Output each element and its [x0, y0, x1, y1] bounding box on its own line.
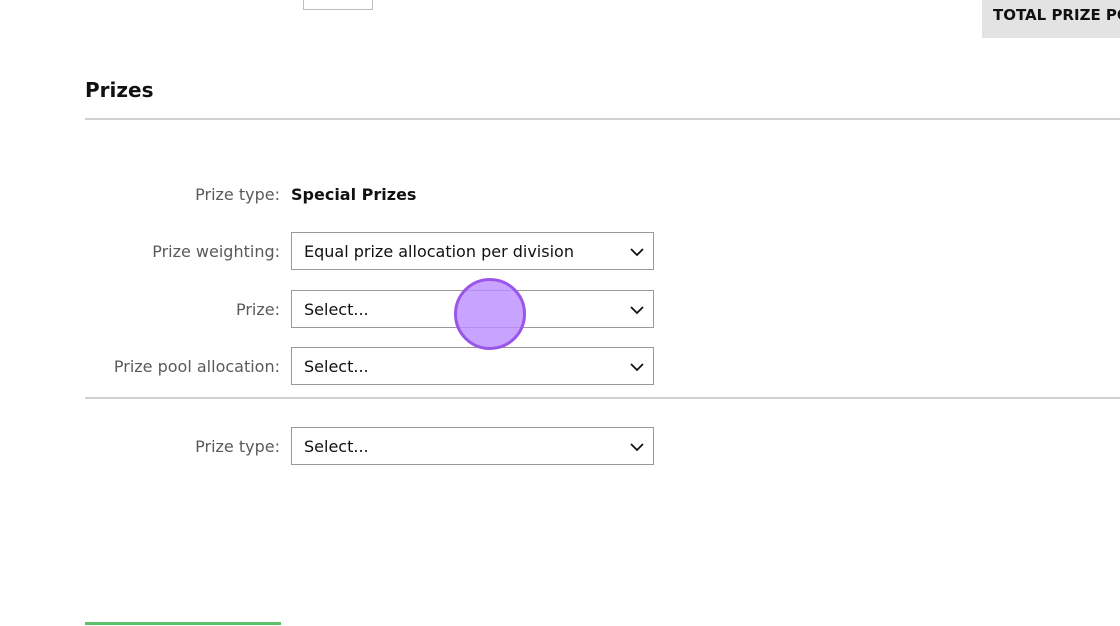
prize-select[interactable]: Select...	[291, 290, 654, 328]
prize-weighting-label: Prize weighting:	[152, 242, 280, 261]
chevron-down-icon	[630, 306, 644, 315]
active-tab-underline	[85, 622, 281, 625]
prize-pool-allocation-value: Select...	[304, 357, 369, 376]
new-prize-type-row: Prize type: Select...	[85, 427, 665, 467]
new-prize-type-value: Select...	[304, 437, 369, 456]
prize-weighting-value: Equal prize allocation per division	[304, 242, 574, 261]
prize-type-label: Prize type:	[195, 185, 280, 204]
prize-weighting-select[interactable]: Equal prize allocation per division	[291, 232, 654, 270]
prize-label: Prize:	[235, 300, 280, 319]
prize-pool-allocation-select[interactable]: Select...	[291, 347, 654, 385]
prize-row: Prize: Select...	[85, 290, 665, 330]
new-prize-type-label: Prize type:	[195, 437, 280, 456]
prize-value: Select...	[304, 300, 369, 319]
prize-type-value: Special Prizes	[291, 185, 417, 204]
total-prize-pool-banner: TOTAL PRIZE PO	[982, 0, 1120, 38]
prize-pool-allocation-row: Prize pool allocation: Select...	[85, 347, 665, 387]
prize-pool-allocation-label: Prize pool allocation:	[113, 357, 280, 376]
chevron-down-icon	[630, 443, 644, 452]
section-divider	[85, 118, 1120, 120]
top-input-field[interactable]	[303, 0, 373, 10]
prize-weighting-row: Prize weighting: Equal prize allocation …	[85, 232, 665, 272]
chevron-down-icon	[630, 363, 644, 372]
section-title: Prizes	[85, 78, 154, 102]
chevron-down-icon	[630, 248, 644, 257]
new-prize-type-select[interactable]: Select...	[291, 427, 654, 465]
top-field-label-fragment	[118, 0, 198, 2]
prize-type-row: Prize type: Special Prizes	[85, 175, 665, 215]
prize-group-divider	[85, 397, 1120, 399]
prizes-page: TOTAL PRIZE PO Prizes Prize type: Specia…	[0, 0, 1120, 626]
